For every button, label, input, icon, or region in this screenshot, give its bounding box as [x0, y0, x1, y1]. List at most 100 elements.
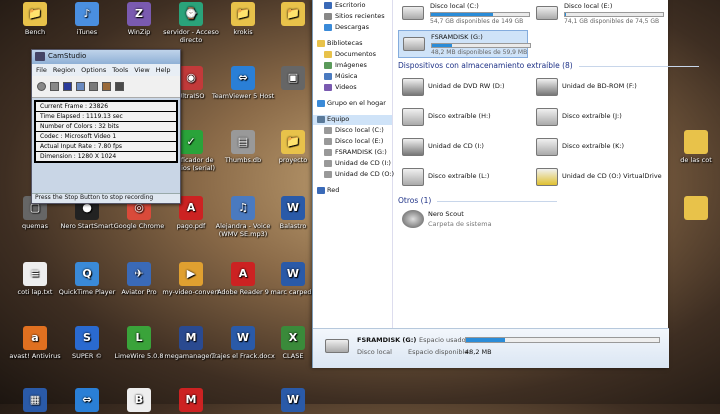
space-free-value: 48,2 MB — [465, 348, 492, 356]
camstudio-window[interactable]: CamStudio File Region Options Tools View Help… — [31, 49, 181, 204]
nav-item[interactable]: Descargas — [313, 23, 392, 33]
nav-item-label: Grupo en el hogar — [327, 99, 386, 107]
desktop-icon-label: krokis — [233, 28, 253, 36]
nav-item-icon — [317, 116, 325, 123]
desktop-icon-image: W — [281, 262, 305, 286]
nav-item-icon — [324, 51, 332, 58]
camstudio-menu-item[interactable]: Help — [156, 66, 171, 74]
desktop-icon-image: S — [75, 326, 99, 350]
nav-item-icon — [324, 84, 332, 91]
nav-item-label: Música — [335, 72, 358, 80]
space-used-label: Espacio usado: — [419, 336, 468, 344]
desktop-icon-image: ⇔ — [231, 66, 255, 90]
nav-item[interactable]: Unidad de CD (O:) — [313, 170, 395, 180]
drive-usage-bar — [431, 43, 531, 48]
camstudio-menu-item[interactable]: File — [36, 66, 47, 74]
camstudio-menu-item[interactable]: Tools — [112, 66, 128, 74]
desktop-icon-label: de las cot — [680, 156, 712, 164]
nav-item[interactable]: Documentos — [313, 50, 392, 60]
record-button[interactable] — [37, 82, 46, 91]
explorer-window[interactable]: Escritorio Sitios recientes Descargas Bibli… — [312, 0, 699, 368]
nav-item[interactable]: Escritorio — [313, 1, 392, 11]
nav-item-label: Bibliotecas — [327, 39, 363, 47]
drive-usage-bar — [430, 12, 530, 17]
nav-item-label: Videos — [335, 83, 357, 91]
desktop-icon-image: A — [179, 196, 203, 220]
nav-item-icon — [324, 149, 332, 156]
nav-item-label: Unidad de CD (I:) — [335, 159, 391, 167]
options-button[interactable] — [89, 82, 98, 91]
region-button[interactable] — [76, 82, 85, 91]
desktop-icon[interactable] — [672, 196, 720, 222]
nav-item-icon — [324, 13, 332, 20]
removable-device[interactable]: Disco extraíble (J:) — [532, 106, 662, 130]
nav-item[interactable]: Disco local (E:) — [313, 137, 392, 147]
nav-item[interactable]: Imágenes — [313, 61, 392, 71]
drive-tile[interactable]: FSRAMDISK (G:) 48,2 MB disponibles de 59,… — [398, 30, 531, 58]
camstudio-stat: Time Elapsed : 1119.13 sec — [36, 112, 176, 121]
drive-tile[interactable]: Disco local (E:) 74,1 GB disponibles de 7… — [532, 0, 664, 28]
camstudio-stat: Codec : Microsoft Video 1 — [36, 132, 176, 141]
device-label: Disco extraíble (H:) — [428, 112, 491, 120]
removable-device[interactable]: Unidad de BD-ROM (F:) — [532, 76, 662, 100]
desktop-icon-image: ♪ — [75, 2, 99, 26]
camstudio-stat: Number of Colors : 32 bits — [36, 122, 176, 131]
desktop-icon-image: Z — [127, 2, 151, 26]
pause-button[interactable] — [50, 82, 59, 91]
desktop-icon-image: ▶ — [179, 262, 203, 286]
desktop-icon-image: ✓ — [179, 130, 203, 154]
nav-item[interactable]: Equipo — [313, 115, 392, 125]
camstudio-menu-item[interactable]: View — [134, 66, 149, 74]
device-icon — [536, 138, 558, 156]
device-label: Unidad de CD (O:) VirtualDrive — [562, 172, 662, 180]
drive-tile[interactable]: Disco local (C:) 54,7 GB disponibles de 1… — [398, 0, 530, 28]
device-label: Unidad de DVD RW (D:) — [428, 82, 505, 90]
desktop-icon-image: 📁 — [281, 130, 305, 154]
nav-item[interactable]: Unidad de CD (I:) — [313, 159, 392, 169]
space-used-fill — [466, 338, 505, 342]
drive-free-space: 74,1 GB disponibles de 74,5 GB — [564, 18, 660, 25]
nav-item-label: Red — [327, 186, 340, 194]
nav-item-label: Sitios recientes — [335, 12, 385, 20]
device-label: Unidad de BD-ROM (F:) — [562, 82, 637, 90]
camstudio-titlebar[interactable]: CamStudio — [32, 50, 180, 64]
camstudio-toolbar — [32, 76, 180, 98]
desktop-icon-image: A — [231, 262, 255, 286]
desktop-icon-image: 📁 — [23, 2, 47, 26]
device-icon — [402, 138, 424, 156]
nav-item-label: Unidad de CD (O:) — [335, 170, 395, 178]
desktop-icon-image — [684, 130, 708, 154]
nav-item[interactable]: Grupo en el hogar — [313, 99, 392, 109]
stop-button[interactable] — [63, 82, 72, 91]
annotation-button[interactable] — [102, 82, 111, 91]
nav-item[interactable]: Videos — [313, 83, 392, 93]
removable-device[interactable]: Unidad de CD (I:) — [398, 136, 528, 160]
removable-device[interactable]: Unidad de DVD RW (D:) — [398, 76, 528, 100]
nav-item-label: Documentos — [335, 50, 377, 58]
camstudio-menu-item[interactable]: Region — [53, 66, 75, 74]
desktop-icon[interactable]: de las cot — [672, 130, 720, 164]
nav-item[interactable]: Red — [313, 186, 392, 196]
removable-device[interactable]: Disco extraíble (K:) — [532, 136, 662, 160]
removable-group-header[interactable]: Dispositivos con almacenamiento extraíbl… — [398, 61, 699, 70]
camstudio-menu-item[interactable]: Options — [81, 66, 106, 74]
desktop-icon-image: W — [281, 196, 305, 220]
nav-item[interactable]: Sitios recientes — [313, 12, 392, 22]
nav-item[interactable]: FSRAMDISK (G:) — [313, 148, 392, 158]
removable-device[interactable]: Disco extraíble (L:) — [398, 166, 528, 190]
desktop-icon[interactable]: W — [258, 388, 328, 414]
device-icon — [402, 108, 424, 126]
nav-item[interactable]: Bibliotecas — [313, 39, 392, 49]
desktop-icon[interactable]: M — [156, 388, 226, 414]
nav-item[interactable]: Música — [313, 72, 392, 82]
nav-item[interactable]: Disco local (C:) — [313, 126, 392, 136]
view-button[interactable] — [115, 82, 124, 91]
removable-device[interactable]: Unidad de CD (O:) VirtualDrive — [532, 166, 662, 190]
other-item[interactable]: Nero Scout Carpeta de sistema — [398, 208, 528, 236]
hard-drive-icon — [403, 37, 425, 51]
others-group-header[interactable]: Otros (1) — [398, 196, 559, 205]
device-label: Disco extraíble (J:) — [562, 112, 622, 120]
camstudio-stat: Current Frame : 23826 — [36, 102, 176, 111]
removable-device[interactable]: Disco extraíble (H:) — [398, 106, 528, 130]
camstudio-stat: Dimension : 1280 X 1024 — [36, 152, 176, 161]
